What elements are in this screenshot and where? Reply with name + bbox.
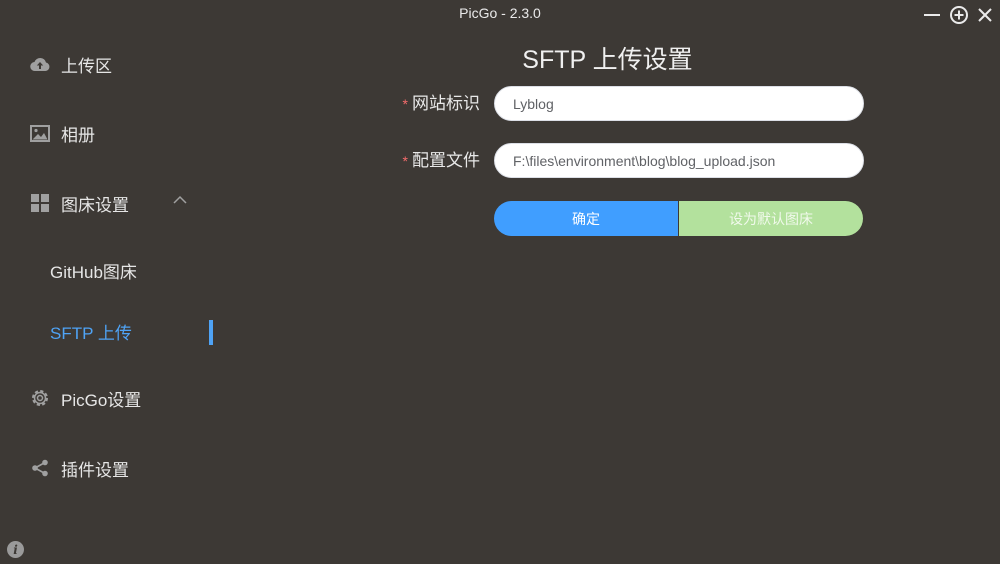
image-icon [30,123,50,143]
close-icon [978,8,992,22]
field-label: 配置文件 [412,151,480,170]
set-default-button[interactable]: 设为默认图床 [679,201,863,236]
confirm-button[interactable]: 确定 [494,201,678,236]
sidebar: 上传区 相册 图床设置 GitHub图床 SFTP 上传 PicGo设置 插件设… [0,28,215,564]
chevron-up-icon[interactable] [173,195,187,205]
sidebar-item-label: 上传区 [61,56,112,76]
config-file-input[interactable] [494,143,864,178]
required-mark: * [402,153,408,169]
close-button[interactable] [974,4,996,26]
sidebar-item-label: 相册 [61,125,95,145]
share-icon [30,458,50,478]
window-title: PicGo - 2.3.0 [459,5,541,21]
sidebar-subitem-sftp[interactable]: SFTP 上传 [50,318,132,344]
minimize-button[interactable] [921,4,943,26]
sidebar-item-picgo-settings[interactable]: PicGo设置 [30,383,141,413]
field-label: 网站标识 [412,94,480,113]
sidebar-subitem-github[interactable]: GitHub图床 [50,257,137,283]
sidebar-item-gallery[interactable]: 相册 [30,118,95,148]
site-id-label: * 网站标识 [215,89,480,114]
sidebar-subitem-label: SFTP 上传 [50,323,132,343]
maximize-button[interactable] [948,4,970,26]
cloud-upload-icon [30,54,50,74]
main-content: SFTP 上传设置 *网站标识 *配置文件 确定 设为默认图床 [215,28,1000,564]
required-mark: * [402,96,408,112]
title-bar: PicGo - 2.3.0 [0,0,1000,28]
gear-icon [30,388,50,408]
info-icon[interactable]: i [7,541,24,558]
sidebar-item-upload[interactable]: 上传区 [30,49,112,79]
sidebar-subitem-label: GitHub图床 [50,262,137,282]
minimize-icon [924,14,940,16]
sidebar-item-picbed-settings[interactable]: 图床设置 [30,188,129,218]
config-file-label: * 配置文件 [215,146,480,171]
sidebar-item-label: PicGo设置 [61,390,142,410]
site-id-input[interactable] [494,86,864,121]
sidebar-item-label: 图床设置 [61,195,129,215]
active-indicator [209,320,213,345]
sidebar-item-label: 插件设置 [61,460,129,480]
page-title: SFTP 上传设置 [522,46,693,74]
grid-icon [30,193,50,213]
sidebar-item-plugin-settings[interactable]: 插件设置 [30,453,129,483]
plus-circle-icon [950,6,968,24]
